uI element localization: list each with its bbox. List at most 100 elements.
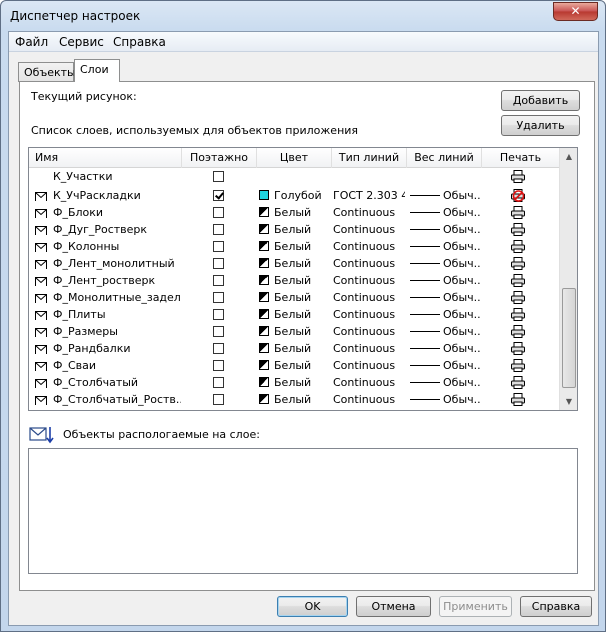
floor-checkbox[interactable] — [213, 292, 224, 303]
printer-icon[interactable] — [511, 223, 526, 237]
layer-color[interactable]: Голубой — [274, 187, 330, 204]
layer-color[interactable]: Белый — [274, 204, 330, 221]
printer-icon[interactable] — [511, 240, 526, 254]
col-lineweight[interactable]: Вес линий — [407, 148, 482, 168]
table-row[interactable]: Ф_Столбчатый_Роств... Белый Continuous Обыч… — [29, 391, 559, 408]
layer-linetype[interactable]: Continuous — [333, 340, 405, 357]
layer-color[interactable]: Белый — [274, 357, 330, 374]
layer-color[interactable]: Белый — [274, 238, 330, 255]
delete-button[interactable]: Удалить — [501, 115, 580, 136]
table-scrollbar[interactable]: ▲ ▼ — [559, 148, 577, 410]
floor-checkbox[interactable] — [213, 207, 224, 218]
color-swatch[interactable] — [259, 360, 269, 370]
col-color[interactable]: Цвет — [257, 148, 332, 168]
color-swatch[interactable] — [259, 309, 269, 319]
layer-color[interactable]: Белый — [274, 374, 330, 391]
menu-help[interactable]: Справка — [113, 35, 166, 49]
table-row[interactable]: К_УчРаскладки Голубой ГОСТ 2.303 4 Обыч... — [29, 187, 559, 204]
layer-linetype[interactable]: Continuous — [333, 238, 405, 255]
layer-linetype[interactable]: Continuous — [333, 221, 405, 238]
cancel-button[interactable]: Отмена — [356, 596, 431, 617]
layer-linetype[interactable]: Continuous — [333, 357, 405, 374]
floor-checkbox[interactable] — [213, 190, 224, 201]
objects-list[interactable] — [28, 448, 578, 574]
color-swatch[interactable] — [259, 207, 269, 217]
layer-lineweight[interactable]: Обыч... — [443, 187, 481, 204]
col-floor[interactable]: Поэтажно — [182, 148, 257, 168]
color-swatch[interactable] — [259, 343, 269, 353]
table-row[interactable]: Ф_Монолитные_задел... Белый Continuous Обыч… — [29, 289, 559, 306]
printer-icon[interactable] — [511, 325, 526, 339]
color-swatch[interactable] — [259, 224, 269, 234]
printer-icon[interactable] — [511, 206, 526, 220]
tab-objects[interactable]: Объекты — [18, 62, 76, 82]
tab-layers[interactable]: Слои — [74, 59, 120, 82]
col-linetype[interactable]: Тип линий — [332, 148, 407, 168]
floor-checkbox[interactable] — [213, 326, 224, 337]
layer-linetype[interactable]: Continuous — [333, 272, 405, 289]
ok-button[interactable]: OK — [277, 596, 348, 617]
table-row[interactable]: Ф_Столбчатый Белый Continuous Обыч... — [29, 374, 559, 391]
add-button[interactable]: Добавить — [501, 90, 580, 111]
color-swatch[interactable] — [259, 241, 269, 251]
apply-button[interactable]: Применить — [439, 596, 512, 617]
col-name[interactable]: Имя — [29, 148, 182, 168]
layer-linetype[interactable]: Continuous — [333, 374, 405, 391]
table-row[interactable]: Ф_Блоки Белый Continuous Обыч... — [29, 204, 559, 221]
layer-color[interactable]: Белый — [274, 323, 330, 340]
floor-checkbox[interactable] — [213, 377, 224, 388]
printer-icon[interactable] — [511, 359, 526, 373]
layer-linetype[interactable]: Continuous — [333, 204, 405, 221]
layer-linetype[interactable]: Continuous — [333, 323, 405, 340]
layer-lineweight[interactable]: Обыч... — [443, 357, 481, 374]
printer-icon[interactable] — [511, 342, 526, 356]
table-row[interactable]: Ф_Рандбалки Белый Continuous Обыч... — [29, 340, 559, 357]
color-swatch[interactable] — [259, 394, 269, 404]
color-swatch[interactable] — [259, 190, 269, 200]
layer-linetype[interactable]: Continuous — [333, 255, 405, 272]
layer-lineweight[interactable]: Обыч... — [443, 272, 481, 289]
table-row[interactable]: Ф_Лент_монолитный Белый Continuous Обыч... — [29, 255, 559, 272]
layer-color[interactable]: Белый — [274, 391, 330, 408]
layer-color[interactable]: Белый — [274, 340, 330, 357]
printer-icon[interactable] — [511, 257, 526, 271]
color-swatch[interactable] — [259, 377, 269, 387]
printer-icon[interactable] — [511, 274, 526, 288]
layer-color[interactable]: Белый — [274, 255, 330, 272]
layer-lineweight[interactable]: Обыч... — [443, 289, 481, 306]
floor-checkbox[interactable] — [213, 394, 224, 405]
layer-lineweight[interactable]: Обыч... — [443, 255, 481, 272]
layer-lineweight[interactable]: Обыч... — [443, 323, 481, 340]
layer-color[interactable]: Белый — [274, 289, 330, 306]
table-row[interactable]: Ф_Сваи Белый Continuous Обыч... — [29, 357, 559, 374]
layer-color[interactable]: Белый — [274, 272, 330, 289]
scroll-up-icon[interactable]: ▲ — [560, 148, 577, 165]
col-print[interactable]: Печать — [482, 148, 559, 168]
layer-lineweight[interactable]: Обыч... — [443, 238, 481, 255]
title-bar[interactable]: Диспетчер настроек ✕ — [1, 1, 605, 31]
menu-service[interactable]: Сервис — [59, 35, 104, 49]
scroll-thumb[interactable] — [562, 288, 576, 388]
layer-lineweight[interactable]: Обыч... — [443, 306, 481, 323]
printer-no-icon[interactable] — [511, 189, 526, 203]
printer-icon[interactable] — [511, 291, 526, 305]
printer-icon[interactable] — [511, 308, 526, 322]
table-row[interactable]: Ф_Колонны Белый Continuous Обыч... — [29, 238, 559, 255]
layer-lineweight[interactable]: Обыч... — [443, 374, 481, 391]
layer-linetype[interactable]: Continuous — [333, 306, 405, 323]
floor-checkbox[interactable] — [213, 171, 224, 182]
color-swatch[interactable] — [259, 292, 269, 302]
layer-linetype[interactable]: Continuous — [333, 391, 405, 408]
layer-lineweight[interactable]: Обыч... — [443, 391, 481, 408]
scroll-down-icon[interactable]: ▼ — [560, 393, 577, 410]
floor-checkbox[interactable] — [213, 224, 224, 235]
layer-lineweight[interactable]: Обыч... — [443, 340, 481, 357]
printer-icon[interactable] — [511, 393, 526, 407]
help-button[interactable]: Справка — [520, 596, 592, 617]
color-swatch[interactable] — [259, 258, 269, 268]
printer-icon[interactable] — [511, 170, 526, 184]
color-swatch[interactable] — [259, 326, 269, 336]
layer-linetype[interactable]: ГОСТ 2.303 4 — [333, 187, 405, 204]
layer-lineweight[interactable]: Обыч... — [443, 221, 481, 238]
table-row[interactable]: Ф_Плиты Белый Continuous Обыч... — [29, 306, 559, 323]
